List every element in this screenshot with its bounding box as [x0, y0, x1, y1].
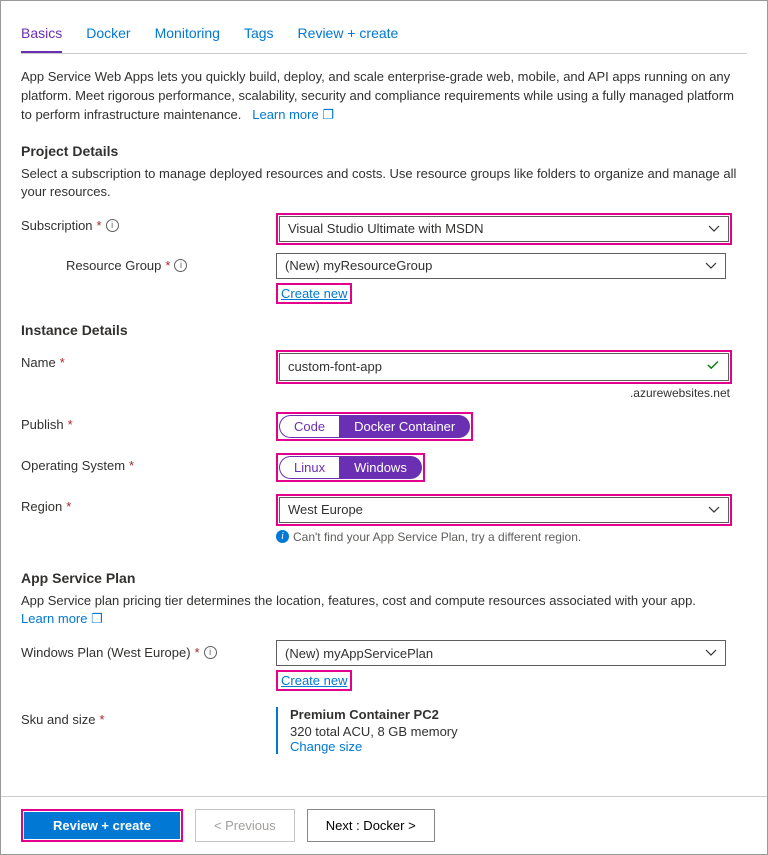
create-new-plan-link[interactable]: Create new	[279, 673, 349, 688]
review-create-button[interactable]: Review + create	[24, 812, 180, 839]
region-select[interactable]: West Europe	[279, 497, 729, 523]
info-blue-icon: i	[276, 530, 289, 543]
sku-detail: 320 total ACU, 8 GB memory	[290, 724, 747, 739]
intro-text: App Service Web Apps lets you quickly bu…	[21, 68, 747, 125]
project-desc: Select a subscription to manage deployed…	[21, 165, 747, 201]
os-toggle: Linux Windows	[279, 456, 422, 479]
resource-group-label: Resource Group* i	[21, 253, 276, 273]
sku-name: Premium Container PC2	[290, 707, 747, 722]
os-linux-option[interactable]: Linux	[279, 456, 339, 479]
plan-learn-more-link[interactable]: Learn more ❐	[21, 611, 103, 626]
tab-basics[interactable]: Basics	[21, 19, 62, 53]
publish-docker-option[interactable]: Docker Container	[339, 415, 470, 438]
tab-docker[interactable]: Docker	[86, 19, 130, 53]
intro-body: App Service Web Apps lets you quickly bu…	[21, 69, 734, 122]
create-new-rg-link[interactable]: Create new	[279, 286, 349, 301]
resource-group-select[interactable]: (New) myResourceGroup	[276, 253, 726, 279]
tab-tags[interactable]: Tags	[244, 19, 274, 53]
tab-review[interactable]: Review + create	[298, 19, 399, 53]
name-input[interactable]: custom-font-app	[279, 353, 729, 381]
os-windows-option[interactable]: Windows	[339, 456, 422, 479]
subscription-label: Subscription* i	[21, 213, 276, 233]
info-icon[interactable]: i	[106, 219, 119, 232]
publish-toggle: Code Docker Container	[279, 415, 470, 438]
chevron-down-icon	[705, 260, 717, 275]
project-details-heading: Project Details	[21, 143, 747, 159]
tab-monitoring[interactable]: Monitoring	[155, 19, 220, 53]
name-suffix: .azurewebsites.net	[276, 386, 730, 400]
windows-plan-select[interactable]: (New) myAppServicePlan	[276, 640, 726, 666]
sku-label: Sku and size*	[21, 707, 276, 727]
chevron-down-icon	[708, 504, 720, 519]
publish-label: Publish*	[21, 412, 276, 432]
region-label: Region*	[21, 494, 276, 514]
footer-bar: Review + create < Previous Next : Docker…	[1, 796, 767, 854]
subscription-select[interactable]: Visual Studio Ultimate with MSDN	[279, 216, 729, 242]
info-icon[interactable]: i	[174, 259, 187, 272]
previous-button: < Previous	[195, 809, 295, 842]
name-label: Name*	[21, 350, 276, 370]
chevron-down-icon	[708, 223, 720, 238]
chevron-down-icon	[705, 647, 717, 662]
learn-more-link[interactable]: Learn more ❐	[252, 107, 334, 122]
region-hint: i Can't find your App Service Plan, try …	[276, 530, 747, 544]
next-button[interactable]: Next : Docker >	[307, 809, 435, 842]
windows-plan-label: Windows Plan (West Europe)* i	[21, 640, 276, 660]
external-icon: ❐	[322, 107, 334, 122]
change-size-link[interactable]: Change size	[290, 739, 362, 754]
tab-bar: Basics Docker Monitoring Tags Review + c…	[21, 19, 747, 54]
info-icon[interactable]: i	[204, 646, 217, 659]
instance-details-heading: Instance Details	[21, 322, 747, 338]
os-label: Operating System*	[21, 453, 276, 473]
external-icon: ❐	[91, 611, 103, 626]
publish-code-option[interactable]: Code	[279, 415, 339, 438]
app-service-plan-heading: App Service Plan	[21, 570, 747, 586]
sku-block: Premium Container PC2 320 total ACU, 8 G…	[276, 707, 747, 754]
plan-desc: App Service plan pricing tier determines…	[21, 592, 747, 628]
check-icon	[706, 358, 720, 375]
